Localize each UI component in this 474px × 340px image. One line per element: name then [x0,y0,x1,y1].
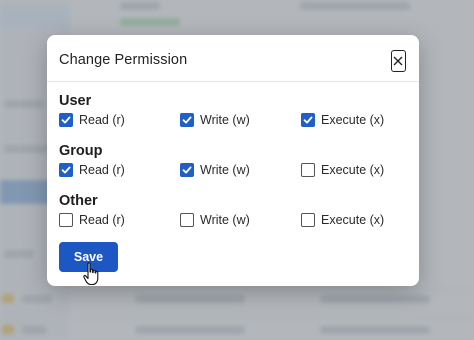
checkbox-group-execute[interactable] [301,163,315,177]
checkbox-group-write[interactable] [180,163,194,177]
checkmark-icon [182,166,192,174]
checkbox-option-execute[interactable]: Execute (x) [301,113,384,127]
checkbox-label: Read (r) [79,163,125,177]
change-permission-dialog: Change Permission User Read (r) Write (w) E… [47,35,419,286]
checkbox-option-write[interactable]: Write (w) [180,213,250,227]
checkbox-label: Write (w) [200,163,250,177]
permission-group-user: User Read (r) Write (w) Execute (x) [59,93,399,133]
checkbox-label: Execute (x) [321,163,385,177]
checkmark-icon [303,116,313,124]
dialog-header: Change Permission [47,35,419,82]
permission-options: Read (r) Write (w) Execute (x) [59,213,399,233]
checkbox-option-write[interactable]: Write (w) [180,113,250,127]
checkbox-option-execute[interactable]: Execute (x) [301,213,384,227]
checkbox-user-write[interactable] [180,113,194,127]
checkmark-icon [61,116,71,124]
checkmark-icon [61,166,71,174]
checkbox-label: Read (r) [79,113,125,127]
checkbox-group-read[interactable] [59,163,73,177]
close-button[interactable] [391,50,406,72]
permission-options: Read (r) Write (w) Execute (x) [59,113,399,133]
permission-group-group: Group Read (r) Write (w) Execute (x) [59,143,399,183]
dialog-title: Change Permission [59,52,188,68]
checkbox-user-read[interactable] [59,113,73,127]
checkbox-other-write[interactable] [180,213,194,227]
group-title: Other [59,193,98,209]
group-title: User [59,93,92,109]
permission-options: Read (r) Write (w) Execute (x) [59,163,399,183]
permission-group-other: Other Read (r) Write (w) Execute (x) [59,193,399,233]
hand-pointer-cursor-icon [83,262,99,286]
checkbox-option-execute[interactable]: Execute (x) [301,163,384,177]
checkbox-option-read[interactable]: Read (r) [59,163,125,177]
checkbox-other-execute[interactable] [301,213,315,227]
checkbox-label: Write (w) [200,213,250,227]
checkbox-option-read[interactable]: Read (r) [59,113,125,127]
checkbox-label: Read (r) [79,213,125,227]
checkbox-other-read[interactable] [59,213,73,227]
checkbox-label: Write (w) [200,113,250,127]
checkbox-option-write[interactable]: Write (w) [180,163,250,177]
checkbox-user-execute[interactable] [301,113,315,127]
group-title: Group [59,143,103,159]
checkmark-icon [182,116,192,124]
checkbox-label: Execute (x) [321,213,385,227]
checkbox-label: Execute (x) [321,113,385,127]
close-icon [393,56,403,66]
checkbox-option-read[interactable]: Read (r) [59,213,125,227]
